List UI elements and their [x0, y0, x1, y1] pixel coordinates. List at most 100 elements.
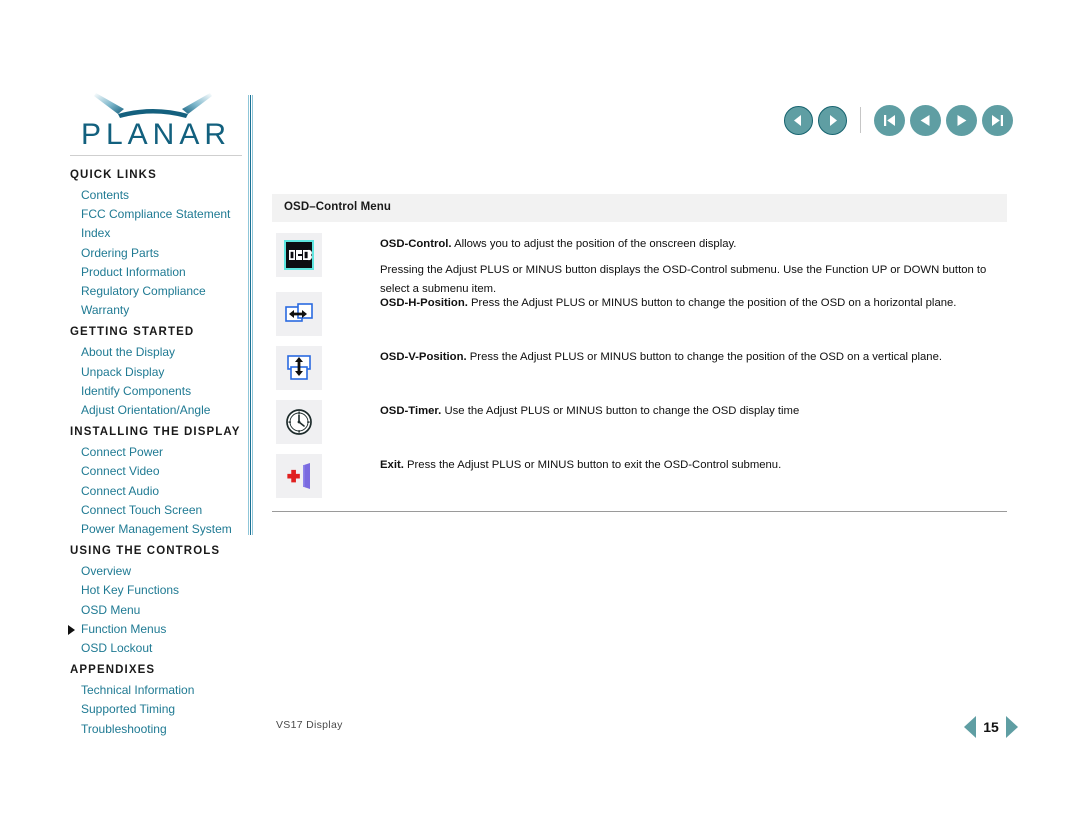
- sidebar-item-label: Warranty: [81, 303, 130, 318]
- next-page-button[interactable]: [946, 104, 977, 136]
- entry-icon-tile: [276, 233, 322, 277]
- entry-text: Exit. Press the Adjust PLUS or MINUS but…: [380, 456, 1007, 482]
- sidebar-navigation: QUICK LINKS Contents FCC Compliance Statem…: [68, 166, 248, 742]
- sidebar-divider-rule: [70, 155, 242, 156]
- sidebar-item-identify-components[interactable]: Identify Components: [70, 382, 248, 401]
- previous-page-button[interactable]: [910, 104, 941, 136]
- sidebar-item-fcc-compliance-statement[interactable]: FCC Compliance Statement: [70, 205, 248, 224]
- sidebar-group-heading: QUICK LINKS: [70, 169, 157, 181]
- entry-term: OSD-Control.: [380, 238, 452, 250]
- osd-h-position-icon: [285, 303, 313, 322]
- sidebar-item-label: Supported Timing: [81, 702, 176, 717]
- entry-paragraph: OSD-Timer. Use the Adjust PLUS or MINUS …: [380, 402, 1007, 422]
- sidebar-item-label: Hot Key Functions: [81, 583, 180, 598]
- exit-door-icon: [287, 463, 310, 489]
- forward-arrow-button[interactable]: [818, 105, 847, 135]
- entry-icon-tile: [276, 454, 322, 498]
- sidebar-item-warranty[interactable]: Warranty: [70, 301, 248, 320]
- document-title-footer: VS17 Display: [276, 719, 343, 731]
- sidebar-item-product-information[interactable]: Product Information: [70, 263, 248, 282]
- entry-icon-tile: [276, 400, 322, 444]
- sidebar-item-label: FCC Compliance Statement: [81, 207, 231, 222]
- entry-term: OSD-V-Position.: [380, 351, 467, 363]
- sidebar-item-label: Connect Power: [81, 445, 164, 460]
- entry-paragraph-text: Press the Adjust PLUS or MINUS button to…: [407, 459, 782, 471]
- sidebar-item-label: Ordering Parts: [81, 245, 160, 260]
- entry-text: OSD-H-Position. Press the Adjust PLUS or…: [380, 294, 1007, 320]
- sidebar-item-regulatory-compliance[interactable]: Regulatory Compliance: [70, 282, 248, 301]
- entry-paragraph: OSD-H-Position. Press the Adjust PLUS or…: [380, 294, 1007, 314]
- sidebar-item-label: Connect Touch Screen: [81, 502, 203, 517]
- back-arrow-button[interactable]: [784, 105, 813, 135]
- content-bottom-rule: [272, 511, 1007, 512]
- first-page-icon: [884, 114, 895, 126]
- sidebar-item-overview[interactable]: Overview: [70, 562, 248, 581]
- entry-icon-tile: [276, 292, 322, 336]
- sidebar-item-hot-key-functions[interactable]: Hot Key Functions: [70, 581, 248, 600]
- entry-term: OSD-H-Position.: [380, 297, 468, 309]
- sidebar-group: USING THE CONTROLS Overview Hot Key Functi…: [68, 542, 248, 658]
- sidebar-item-index[interactable]: Index: [70, 224, 248, 243]
- sidebar-item-label: About the Display: [81, 345, 176, 360]
- next-page-icon: [957, 114, 967, 126]
- planar-logo: PLANAR: [70, 92, 242, 154]
- sidebar-item-adjust-orientation-angle[interactable]: Adjust Orientation/Angle: [70, 401, 248, 420]
- page-number: 15: [983, 719, 999, 735]
- sidebar-item-function-menus[interactable]: Function Menus: [68, 620, 248, 639]
- sidebar-item-label: Index: [81, 226, 111, 241]
- sidebar-item-connect-video[interactable]: Connect Video: [70, 462, 248, 481]
- sidebar-item-label: Overview: [81, 564, 132, 579]
- entry-paragraph: Exit. Press the Adjust PLUS or MINUS but…: [380, 456, 1007, 476]
- sidebar-group-heading: USING THE CONTROLS: [70, 545, 221, 558]
- sidebar-item-label: Power Management System: [81, 522, 232, 537]
- section-header-bar: OSD–Control Menu: [272, 194, 1007, 222]
- last-page-button[interactable]: [982, 104, 1013, 136]
- sidebar-group-heading: GETTING STARTED: [70, 326, 195, 339]
- sidebar-group-heading: INSTALLING THE DISPLAY: [70, 426, 241, 439]
- sidebar-item-connect-audio[interactable]: Connect Audio: [70, 482, 248, 501]
- entry-paragraph-text: Pressing the Adjust PLUS or MINUS button…: [380, 263, 987, 296]
- sidebar-item-label: Identify Components: [81, 383, 192, 398]
- sidebar-item-osd-lockout[interactable]: OSD Lockout: [70, 639, 248, 658]
- sidebar-item-label: Technical Information: [81, 683, 195, 698]
- sidebar-group: INSTALLING THE DISPLAY Connect Power Conne…: [70, 423, 248, 539]
- entry-text: OSD-V-Position. Press the Adjust PLUS or…: [380, 348, 1007, 374]
- prev-page-icon: [920, 114, 930, 126]
- sidebar-item-ordering-parts[interactable]: Ordering Parts: [70, 244, 248, 263]
- sidebar-item-osd-menu[interactable]: OSD Menu: [70, 601, 248, 620]
- entry-icon-tile: [276, 346, 322, 390]
- page-title: OSD–Control Menu: [284, 201, 392, 213]
- sidebar-group: GETTING STARTED About the Display Unpack D…: [70, 323, 248, 420]
- sidebar-item-label: Product Information: [81, 264, 186, 279]
- top-navigation-bar[interactable]: [784, 98, 1018, 142]
- page-navigator[interactable]: 15: [964, 714, 1018, 740]
- sidebar-item-label: Contents: [81, 188, 130, 202]
- sidebar-item-supported-timing[interactable]: Supported Timing: [70, 700, 248, 719]
- sidebar-item-label: Unpack Display: [81, 364, 165, 379]
- sidebar-group-heading: APPENDIXES: [70, 664, 156, 677]
- sidebar-item-label: Adjust Orientation/Angle: [81, 403, 211, 418]
- sidebar-item-connect-power[interactable]: Connect Power: [70, 443, 248, 462]
- sidebar-item-technical-information[interactable]: Technical Information: [70, 681, 248, 700]
- current-page-marker-icon: [68, 624, 75, 635]
- right-arrow-icon: [830, 114, 837, 126]
- sidebar-item-about-the-display[interactable]: About the Display: [70, 343, 248, 362]
- sidebar-item-unpack-display[interactable]: Unpack Display: [70, 363, 248, 382]
- last-page-icon: [992, 114, 1003, 126]
- sidebar-item-power-management-system[interactable]: Power Management System: [70, 520, 248, 539]
- planar-wordmark: PLANAR: [80, 118, 232, 151]
- sidebar-item-troubleshooting[interactable]: Troubleshooting: [70, 720, 248, 739]
- pager-next-icon[interactable]: [1006, 716, 1018, 738]
- sidebar-item-label: Troubleshooting: [81, 721, 167, 736]
- sidebar-item-label: Function Menus: [81, 621, 167, 636]
- sidebar-item-contents[interactable]: Contents: [70, 186, 248, 205]
- sidebar-group: QUICK LINKS Contents FCC Compliance Statem…: [70, 166, 248, 320]
- sidebar-item-connect-touch-screen[interactable]: Connect Touch Screen: [70, 501, 248, 520]
- first-page-button[interactable]: [874, 104, 905, 136]
- entry-term: OSD-Timer.: [380, 405, 442, 417]
- sidebar-item-label: OSD Menu: [81, 602, 141, 617]
- pager-previous-icon[interactable]: [964, 716, 976, 738]
- sidebar-item-label: Connect Video: [81, 464, 160, 479]
- entry-paragraph: OSD-Control. Allows you to adjust the po…: [380, 235, 1007, 255]
- entry-text: OSD-Timer. Use the Adjust PLUS or MINUS …: [380, 402, 1007, 428]
